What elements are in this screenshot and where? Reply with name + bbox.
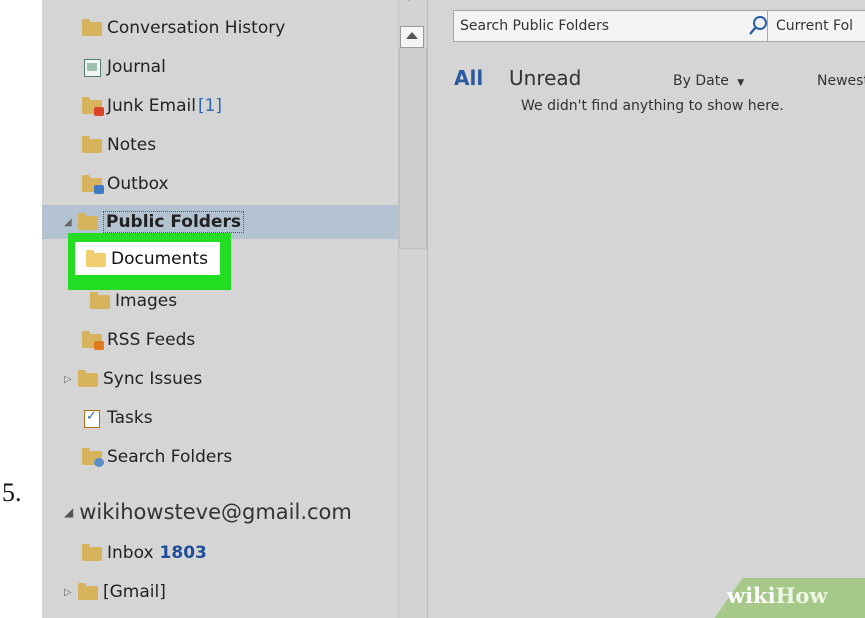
empty-message: We didn't find anything to show here. [521, 98, 784, 114]
folder-label: Journal [107, 57, 166, 77]
folder-journal[interactable]: Journal [82, 52, 166, 82]
folder-sync-issues[interactable]: ▷ Sync Issues [64, 364, 202, 394]
chevron-down-icon: ▼ [737, 78, 745, 88]
folder-label: Sync Issues [103, 369, 203, 389]
junk-email-icon [82, 97, 104, 116]
folder-label: Junk Email [107, 96, 196, 116]
unread-count: 1803 [159, 543, 207, 563]
folder-label: Inbox [107, 543, 154, 563]
highlight-box: Documents [68, 233, 231, 290]
sort-order[interactable]: Newest [817, 73, 865, 89]
folder-search-folders[interactable]: Search Folders [82, 442, 232, 472]
unread-count: [1] [197, 96, 223, 116]
folder-label: Search Folders [107, 447, 233, 467]
folder-gmail[interactable]: ▷ [Gmail] [64, 577, 166, 607]
outlook-window: Conversation History Journal Junk Email … [42, 0, 865, 618]
folder-notes[interactable]: Notes [82, 130, 156, 160]
inbox-icon [82, 544, 103, 561]
message-list-pane: Search Public Folders Current Fol All Un… [428, 0, 865, 618]
folder-outbox[interactable]: Outbox [82, 169, 169, 199]
folder-rss-feeds[interactable]: RSS Feeds [82, 325, 195, 355]
wikihow-watermark: wikiHow [727, 583, 828, 608]
journal-icon [82, 59, 103, 77]
sort-by-date[interactable]: By Date ▼ [673, 73, 744, 89]
expanded-arrow-icon[interactable]: ◢ [64, 217, 78, 228]
folder-tasks[interactable]: Tasks [82, 403, 153, 433]
folder-label: Images [115, 291, 178, 311]
search-box[interactable]: Search Public Folders [453, 10, 785, 42]
scrollbar-thumb[interactable] [399, 48, 427, 249]
outbox-icon [82, 175, 104, 194]
filter-unread[interactable]: Unread [509, 66, 581, 90]
step-number: 5. [2, 478, 22, 507]
folder-icon [86, 249, 107, 267]
search-scope-dropdown[interactable]: Current Fol [767, 10, 865, 42]
sort-label: By Date [673, 73, 729, 89]
folder-junk-email[interactable]: Junk Email [1] [82, 91, 222, 121]
collapsed-arrow-icon[interactable]: ▷ [64, 374, 78, 385]
expanded-arrow-icon[interactable]: ◢ [64, 505, 73, 519]
folder-label: Outbox [107, 174, 169, 194]
folder-icon [78, 213, 99, 230]
folder-label: Notes [107, 135, 157, 155]
folder-label: Public Folders [103, 211, 245, 233]
account-header[interactable]: ◢ wikihowsteve@gmail.com [64, 500, 352, 524]
search-folder-icon [82, 448, 104, 467]
filter-all[interactable]: All [454, 66, 483, 90]
folder-scrollbar[interactable] [398, 0, 427, 618]
watermark-part: How [775, 583, 828, 608]
folder-icon [78, 370, 99, 387]
folder-icon [90, 292, 111, 309]
rss-folder-icon [82, 331, 104, 350]
folder-conversation-history[interactable]: Conversation History [82, 13, 285, 43]
folder-images[interactable]: Images [90, 286, 177, 316]
folder-label: Documents [111, 248, 208, 269]
folder-label: Tasks [107, 408, 153, 428]
folder-label: RSS Feeds [107, 330, 196, 350]
folder-icon [82, 19, 103, 36]
account-name: wikihowsteve@gmail.com [79, 500, 352, 524]
collapsed-arrow-icon[interactable]: ▷ [64, 587, 78, 598]
collapse-pane-icon[interactable] [401, 0, 421, 8]
folder-icon [78, 583, 99, 600]
folder-label: Conversation History [107, 18, 286, 38]
folder-documents[interactable]: Documents [75, 242, 220, 275]
scroll-up-button[interactable] [400, 26, 424, 48]
folder-inbox[interactable]: Inbox 1803 [82, 538, 207, 568]
notes-folder-icon [82, 136, 103, 153]
folder-label: [Gmail] [103, 582, 166, 602]
tasks-icon [82, 409, 103, 428]
search-input[interactable]: Search Public Folders [454, 18, 746, 34]
watermark-part: wiki [727, 583, 776, 608]
folder-pane: Conversation History Journal Junk Email … [42, 0, 426, 618]
